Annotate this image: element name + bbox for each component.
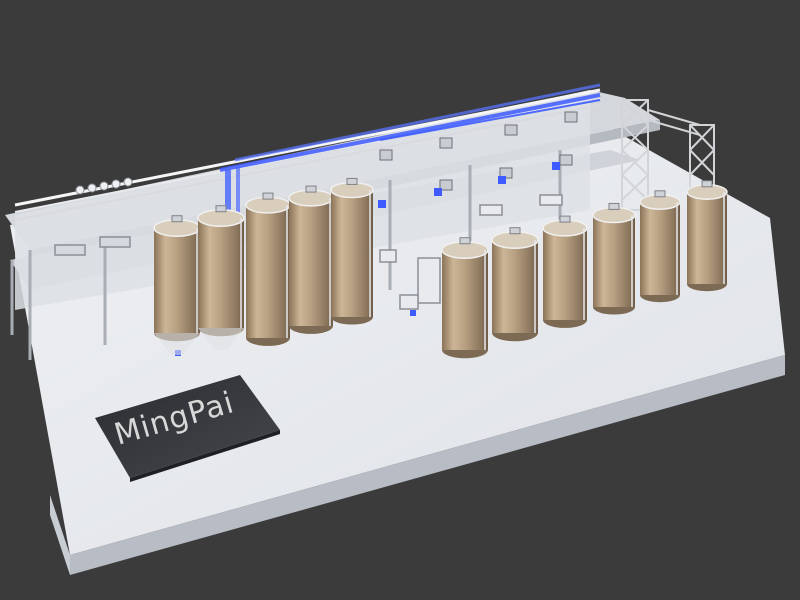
tank-body [154,228,200,333]
factory-3d-scene: MingPai [5,83,785,575]
tank-body [198,218,244,328]
silo-tank [197,205,245,350]
tank-hatch [701,180,713,188]
tank-hatch [215,205,227,213]
valve [123,177,133,187]
machine [399,294,419,310]
tank-hatch [171,215,183,223]
tank-body [289,198,333,326]
valve [75,185,85,195]
control-panel [99,236,131,248]
tank-body [331,190,373,317]
tank-body [543,228,587,320]
fermenter-tank [441,237,489,359]
fermenter-tank [542,215,588,328]
tank-hatch [654,190,666,198]
silo-tank [153,215,201,355]
tank-body [246,205,290,338]
blue-motor [410,310,416,316]
tank-hatch [509,227,521,235]
silo-tank [330,177,374,325]
hopper [439,137,453,149]
tank-body [442,250,488,350]
valve [87,183,97,193]
machine [539,194,563,206]
tank-hatch [608,202,620,210]
tank-hatch [459,237,471,245]
tank-body [492,240,538,333]
fermenter-tank [639,190,681,303]
blue-motor [552,162,560,170]
hopper [564,111,578,123]
hopper [504,124,518,136]
silo-tank [245,192,291,346]
fermenter-tank [686,180,728,292]
valve [111,179,121,189]
hopper [379,149,393,161]
machine [479,204,503,216]
blue-motor [378,200,386,208]
tank-hatch [559,215,571,223]
blue-motor [498,176,506,184]
fermenter-tank [491,227,539,342]
valve [99,181,109,191]
tank-hatch [305,185,317,193]
tank-hatch [346,177,358,185]
machine [417,257,441,304]
hopper [559,154,573,166]
silo-tank [288,185,334,334]
machine [379,249,397,263]
fermenter-tank [592,202,636,315]
control-panel [54,244,86,256]
tank-hatch [262,192,274,200]
blue-motor [434,188,442,196]
tank-body [640,202,680,295]
tank-body [593,215,635,307]
tank-body [687,192,727,284]
